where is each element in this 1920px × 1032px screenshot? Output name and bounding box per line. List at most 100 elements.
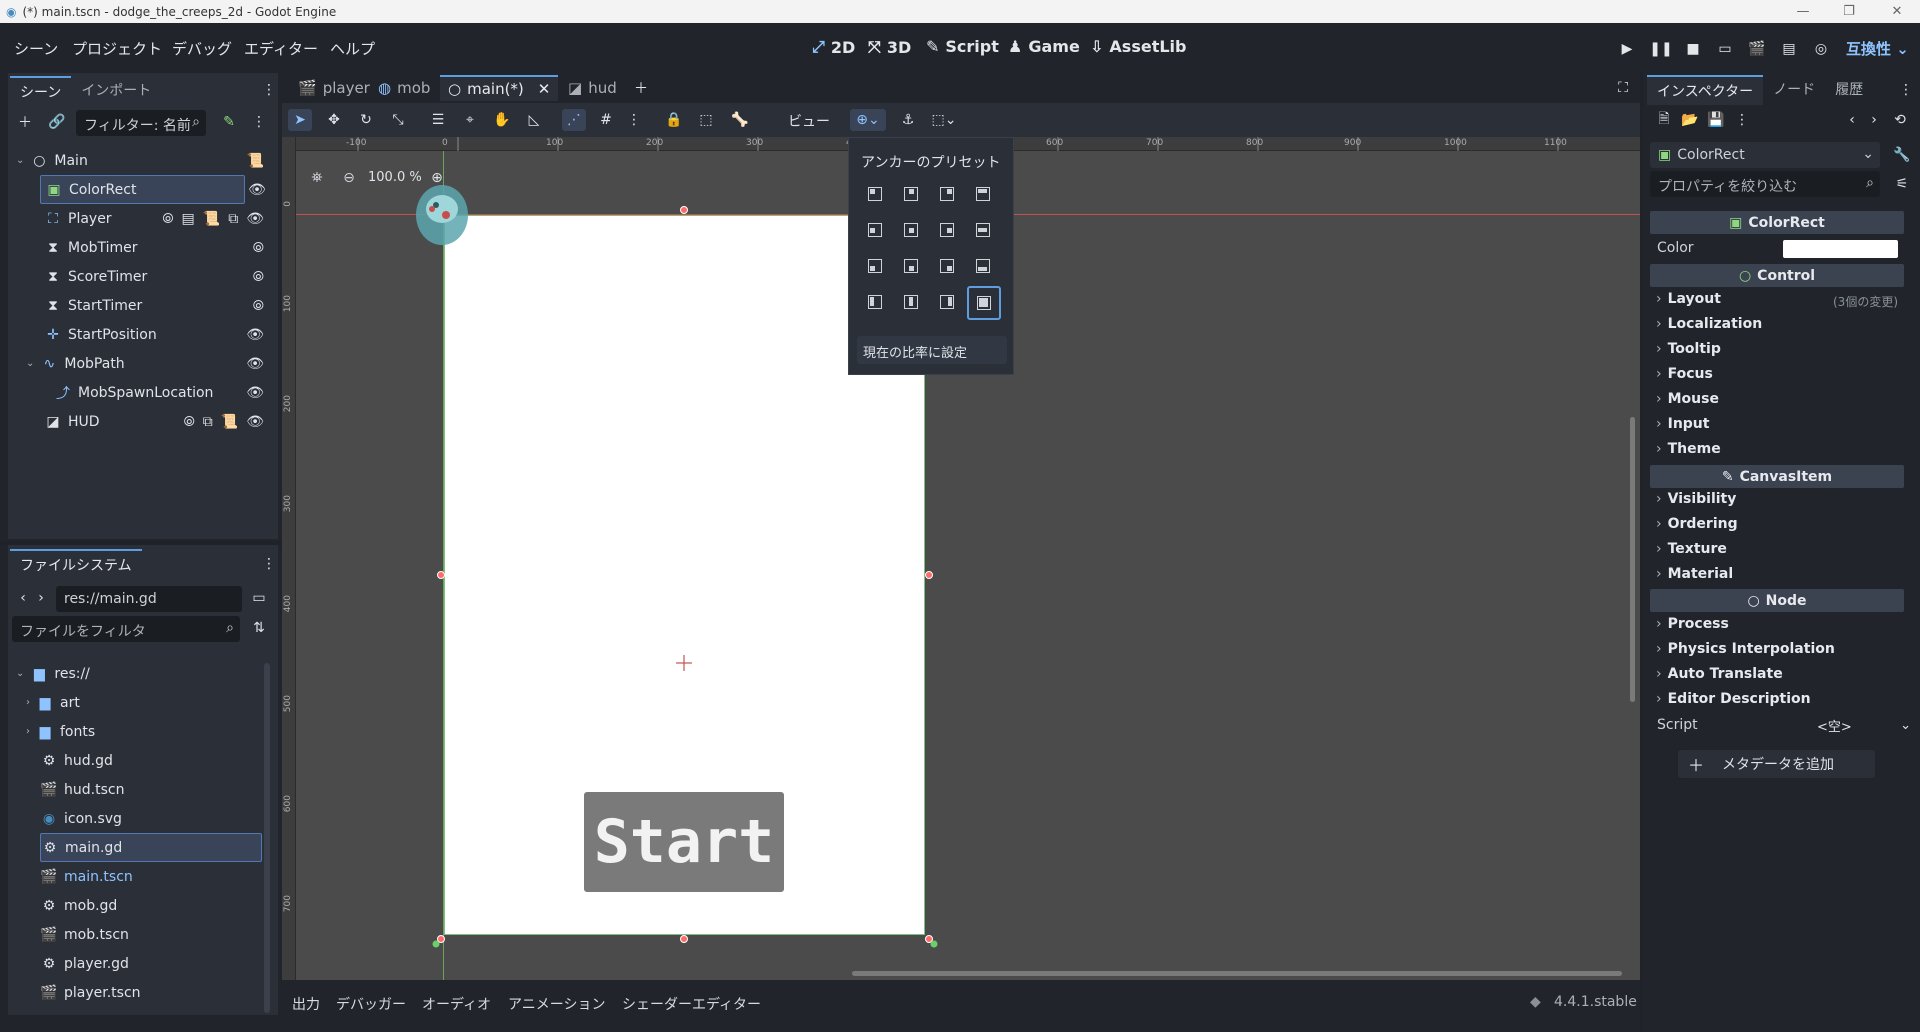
menu-scene[interactable]: シーン (14, 38, 58, 59)
scale-mode-icon[interactable]: ⤡ (386, 109, 410, 131)
workspace-3d-button[interactable]: ⤧ 3D (868, 37, 911, 57)
prop-texture[interactable]: › Texture (1656, 541, 1727, 557)
visibility-eye-icon[interactable]: 👁 (246, 414, 264, 430)
workspace-2d-button[interactable]: ⤢ 2D (812, 37, 855, 57)
menu-editor[interactable]: エディター (244, 38, 318, 59)
signal-icon[interactable]: ⦾ (162, 211, 173, 227)
dock-menu-icon[interactable]: ⋮ (258, 553, 280, 575)
collapse-arrow-icon[interactable]: ⌄ (16, 668, 24, 679)
stop-icon[interactable]: ■ (1684, 40, 1702, 58)
script-attached-icon[interactable]: 📜 (247, 153, 264, 169)
object-history-icon[interactable]: ⟲ (1889, 109, 1911, 131)
dock-menu-icon[interactable]: ⋮ (1895, 79, 1917, 101)
anchor-bottom-wide[interactable] (971, 254, 995, 278)
set-to-current-ratio-button[interactable]: 現在の比率に設定 (857, 336, 1007, 364)
inspector-object-selector[interactable]: ▣ ColorRect ⌄ (1650, 142, 1880, 168)
tab-import[interactable]: インポート (71, 76, 161, 106)
container-sizing-icon[interactable]: ⬚⌄ (928, 109, 960, 131)
fs-item-mob-gd[interactable]: ⚙ mob.gd (40, 891, 262, 920)
anchor-hcenter-wide[interactable] (971, 218, 995, 242)
inspector-options-icon[interactable]: ⚟ (1891, 173, 1913, 195)
prop-material[interactable]: › Material (1656, 566, 1733, 582)
group-icon[interactable]: ▤ (182, 211, 195, 227)
filesystem-path-field[interactable]: res://main.gd (56, 586, 242, 612)
tab-mob[interactable]: ◍ mob (370, 75, 438, 101)
prop-visibility[interactable]: › Visibility (1656, 491, 1736, 507)
fs-item-player-tscn[interactable]: 🎬 player.tscn (40, 978, 262, 1007)
prop-ordering[interactable]: › Ordering (1656, 516, 1738, 532)
signal-icon[interactable]: ⦾ (184, 414, 195, 430)
signal-icon[interactable]: ⦾ (253, 269, 264, 285)
tree-node-player[interactable]: ⛶ Player ⦾ ▤ 📜 ⧉ 👁 (40, 204, 272, 233)
prop-focus[interactable]: › Focus (1656, 366, 1713, 382)
pivot-icon[interactable]: ⌖ (458, 109, 482, 131)
tab-player[interactable]: 🎬 player (290, 75, 378, 101)
anchor-vcenter-wide[interactable] (899, 290, 923, 314)
tab-scene[interactable]: シーン (10, 76, 72, 106)
distraction-free-icon[interactable]: ⛶ (1612, 77, 1634, 99)
tree-node-mobpath[interactable]: ⌄ ∿ MobPath 👁 (26, 349, 272, 378)
anchor-preset-button[interactable]: ⊕⌄ (850, 109, 886, 131)
pause-icon[interactable]: ❚❚ (1649, 40, 1672, 58)
view-menu[interactable]: ビュー (788, 111, 830, 131)
open-scene-icon[interactable]: ⧉ (203, 414, 213, 430)
anchor-center-bottom[interactable] (899, 254, 923, 278)
tree-node-colorrect[interactable]: ▣ ColorRect (40, 175, 245, 204)
signal-icon[interactable]: ⦾ (253, 298, 264, 314)
tab-inspector[interactable]: インスペクター (1647, 75, 1764, 105)
tab-shader-editor[interactable]: シェーダーエディター (622, 994, 761, 1014)
fs-item-player-gd[interactable]: ⚙ player.gd (40, 949, 262, 978)
color-picker-button[interactable] (1783, 240, 1898, 258)
lock-icon[interactable]: 🔒 (662, 109, 686, 131)
minimize-button[interactable]: — (1780, 0, 1826, 23)
prop-localization[interactable]: › Localization (1656, 316, 1762, 332)
anchor-center-top[interactable] (899, 182, 923, 206)
tab-filesystem[interactable]: ファイルシステム (10, 549, 142, 579)
select-mode-icon[interactable]: ➤ (288, 109, 312, 131)
remote-debug-icon[interactable]: ▭ (1716, 40, 1734, 58)
add-scene-tab-icon[interactable]: ＋ (630, 77, 652, 99)
ruler-mode-icon[interactable]: ◺ (522, 109, 546, 131)
anchor-center-right[interactable] (935, 218, 959, 242)
anchor-icon[interactable]: ⚓ (896, 109, 920, 131)
visibility-eye-icon[interactable]: 👁 (246, 327, 264, 343)
start-button[interactable]: Start (584, 792, 784, 892)
fs-item-art[interactable]: › ▆ art (26, 688, 262, 717)
fs-item-icon-svg[interactable]: ◉ icon.svg (40, 804, 262, 833)
prop-theme[interactable]: › Theme (1656, 441, 1721, 457)
workspace-assetlib-button[interactable]: ⇩ AssetLib (1090, 37, 1186, 56)
viewport-vscroll[interactable] (1630, 417, 1635, 702)
fs-item-main-tscn[interactable]: 🎬 main.tscn (40, 862, 262, 891)
prop-editor-description[interactable]: › Editor Description (1656, 691, 1811, 707)
tab-output[interactable]: 出力 (292, 994, 320, 1014)
tree-node-main[interactable]: ⌄ ○ Main 📜 (10, 146, 272, 175)
anchor-right-wide[interactable] (935, 290, 959, 314)
menu-project[interactable]: プロジェクト (72, 38, 162, 59)
script-attached-icon[interactable]: 📜 (203, 211, 220, 227)
movie-maker-icon[interactable]: ◎ (1812, 40, 1830, 58)
visibility-eye-icon[interactable]: 👁 (246, 385, 264, 401)
pan-mode-icon[interactable]: ✋ (490, 109, 514, 131)
anchor-bottom-left[interactable] (863, 254, 887, 278)
version-label[interactable]: 4.4.1.stable (1554, 994, 1637, 1010)
prop-tooltip[interactable]: › Tooltip (1656, 341, 1721, 357)
prop-auto-translate[interactable]: › Auto Translate (1656, 666, 1783, 682)
play-icon[interactable]: ▶ (1618, 40, 1636, 58)
tree-node-scoretimer[interactable]: ⧗ ScoreTimer ⦾ (40, 262, 272, 291)
group-select-icon[interactable]: ⬚ (694, 109, 718, 131)
collapse-arrow-icon[interactable]: ⌄ (16, 155, 24, 166)
rotate-mode-icon[interactable]: ↻ (354, 109, 378, 131)
skeleton-icon[interactable]: 🦴 (728, 109, 752, 131)
attach-script-icon[interactable]: ✎ (218, 111, 240, 133)
prop-process[interactable]: › Process (1656, 616, 1729, 632)
list-select-icon[interactable]: ☰ (426, 109, 450, 131)
forward-arrow-icon[interactable]: › (30, 587, 52, 609)
visibility-eye-icon[interactable]: 👁 (246, 211, 264, 227)
fs-item-hud-gd[interactable]: ⚙ hud.gd (40, 746, 262, 775)
expand-arrow-icon[interactable]: › (26, 697, 30, 708)
tree-node-mobspawnlocation[interactable]: ⤴ MobSpawnLocation 👁 (54, 378, 272, 407)
renderer-selector[interactable]: 互換性 ⌄ (1846, 38, 1909, 59)
anchor-bottom-right[interactable] (935, 254, 959, 278)
open-resource-icon[interactable]: 📂 (1679, 109, 1701, 131)
add-metadata-button[interactable]: ＋ メタデータを追加 (1678, 750, 1875, 778)
